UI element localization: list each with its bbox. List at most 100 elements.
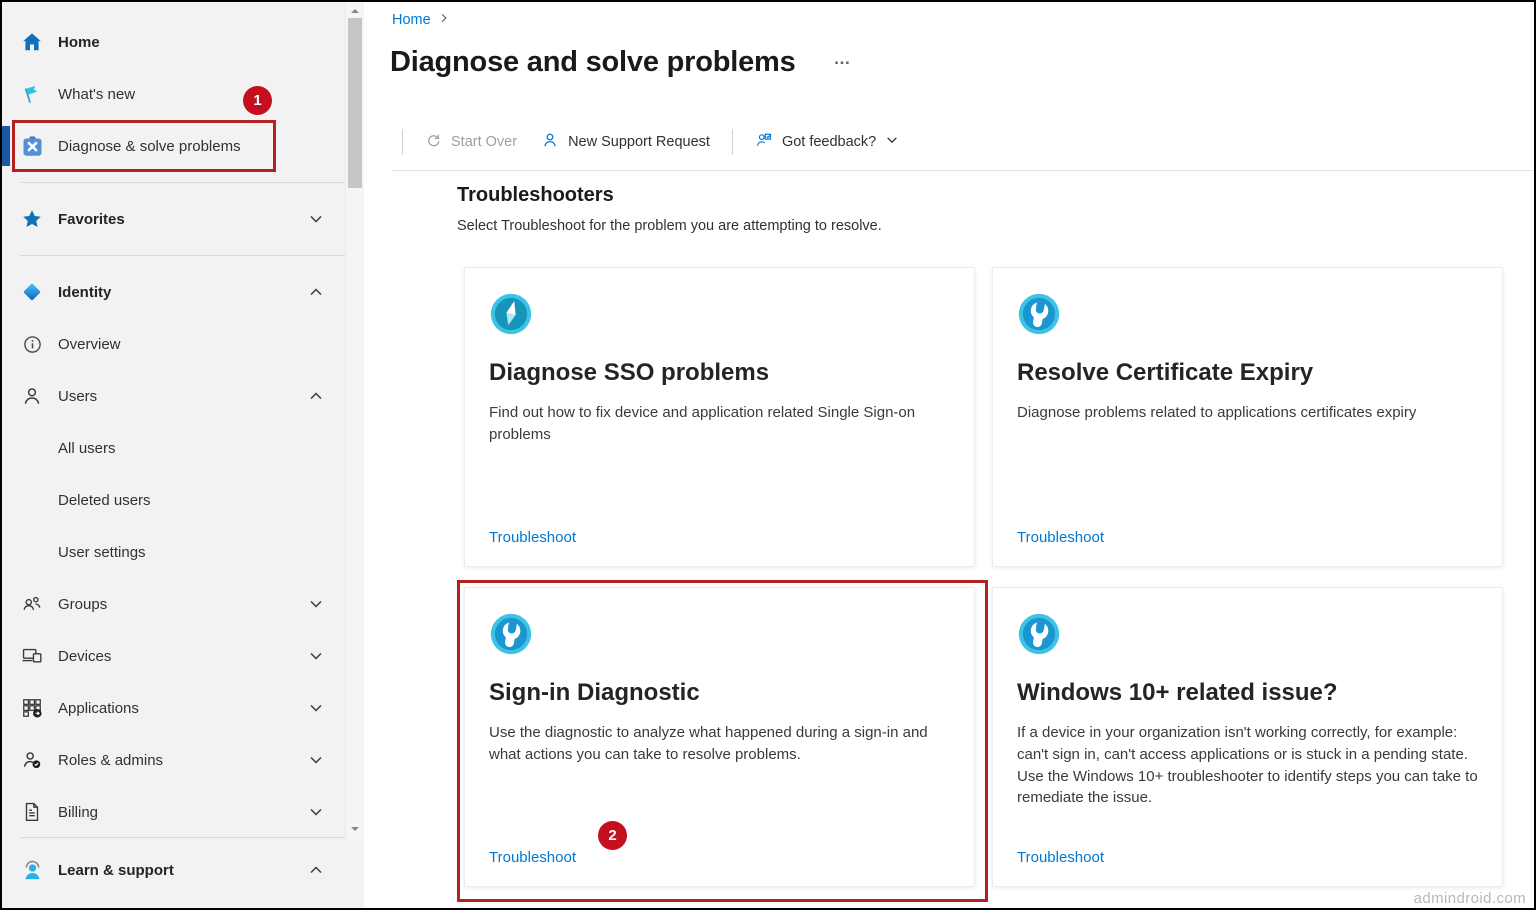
new-support-request-button[interactable]: New Support Request [529, 131, 722, 153]
support-person-icon [541, 131, 559, 153]
sidebar-item-label: Home [58, 34, 100, 51]
chevron-down-icon [885, 133, 899, 151]
sidebar-item-label: Devices [58, 648, 111, 665]
wrench-icon [489, 612, 950, 661]
sidebar-item-deleted-users[interactable]: Deleted users [2, 474, 364, 526]
sidebar-item-label: Roles & admins [58, 752, 163, 769]
groups-icon [20, 592, 44, 616]
divider [732, 129, 733, 155]
divider [20, 255, 346, 256]
wrench-icon [1017, 612, 1478, 661]
chevron-down-icon [308, 596, 324, 612]
card-description: Use the diagnostic to analyze what happe… [489, 722, 950, 766]
divider [20, 182, 346, 183]
breadcrumb-home-link[interactable]: Home [392, 12, 431, 28]
troubleshooter-cards: Diagnose SSO problems Find out how to fi… [464, 267, 1503, 887]
card-title: Windows 10+ related issue? [1017, 679, 1478, 707]
divider [402, 129, 403, 155]
got-feedback-button[interactable]: Got feedback? [743, 131, 911, 153]
home-icon [20, 30, 44, 54]
breadcrumb: Home [392, 12, 450, 28]
whats-new-icon [20, 82, 44, 106]
sidebar-item-billing[interactable]: Billing [2, 786, 364, 838]
sidebar: Home What's new Diagnose & solve problem… [2, 2, 364, 908]
sidebar-item-whats-new[interactable]: What's new [2, 68, 364, 120]
start-over-icon [425, 132, 442, 153]
sidebar-item-overview[interactable]: Overview [2, 318, 364, 370]
chevron-down-icon [308, 211, 324, 227]
card-diagnose-sso-problems: Diagnose SSO problems Find out how to fi… [464, 267, 975, 567]
sidebar-item-user-settings[interactable]: User settings [2, 526, 364, 578]
sidebar-item-diagnose-solve-problems[interactable]: Diagnose & solve problems [2, 120, 364, 172]
billing-document-icon [20, 800, 44, 824]
sidebar-item-identity[interactable]: Identity [2, 266, 364, 318]
wrench-icon [1017, 292, 1478, 341]
learn-support-headset-icon [20, 858, 44, 882]
applications-grid-icon [20, 696, 44, 720]
troubleshoot-link[interactable]: Troubleshoot [489, 849, 576, 866]
feedback-icon [755, 131, 773, 153]
sidebar-item-applications[interactable]: Applications [2, 682, 364, 734]
chevron-down-icon [308, 804, 324, 820]
new-support-request-label: New Support Request [568, 134, 710, 150]
scrollbar-thumb[interactable] [348, 18, 362, 188]
card-title: Diagnose SSO problems [489, 359, 950, 387]
divider [392, 170, 1534, 171]
sidebar-item-roles-admins[interactable]: Roles & admins [2, 734, 364, 786]
sidebar-bottom-section: Learn & support [2, 837, 364, 908]
scrollbar-down-arrow[interactable] [346, 822, 364, 836]
sidebar-item-label: Diagnose & solve problems [58, 138, 241, 155]
troubleshoot-link[interactable]: Troubleshoot [1017, 849, 1104, 866]
sidebar-item-label: Deleted users [58, 492, 151, 509]
chevron-down-icon [308, 752, 324, 768]
card-description: Find out how to fix device and applicati… [489, 402, 950, 446]
sidebar-item-label: What's new [58, 86, 135, 103]
devices-icon [20, 644, 44, 668]
breadcrumb-chevron-icon [438, 12, 450, 28]
card-windows-10-related-issue: Windows 10+ related issue? If a device i… [992, 587, 1503, 887]
sidebar-item-learn-support[interactable]: Learn & support [2, 844, 364, 896]
sidebar-item-home[interactable]: Home [2, 16, 364, 68]
chevron-up-icon [308, 284, 324, 300]
identity-diamond-icon [20, 280, 44, 304]
sidebar-item-label: User settings [58, 544, 146, 561]
sidebar-item-devices[interactable]: Devices [2, 630, 364, 682]
got-feedback-label: Got feedback? [782, 134, 876, 150]
sidebar-item-users[interactable]: Users [2, 370, 364, 422]
roles-admins-icon [20, 748, 44, 772]
card-description: If a device in your organization isn't w… [1017, 722, 1478, 809]
star-icon [20, 207, 44, 231]
troubleshoot-link[interactable]: Troubleshoot [1017, 529, 1104, 546]
card-title: Sign-in Diagnostic [489, 679, 950, 707]
sidebar-item-all-users[interactable]: All users [2, 422, 364, 474]
sidebar-item-groups[interactable]: Groups [2, 578, 364, 630]
divider [20, 837, 346, 838]
section-title: Troubleshooters [457, 184, 614, 207]
start-over-button[interactable]: Start Over [413, 132, 529, 153]
card-sign-in-diagnostic: Sign-in Diagnostic Use the diagnostic to… [464, 587, 975, 887]
chevron-down-icon [308, 648, 324, 664]
sidebar-scrollbar [345, 2, 364, 840]
selected-indicator [2, 126, 10, 166]
sidebar-nav: Home What's new Diagnose & solve problem… [2, 2, 364, 838]
compass-icon [489, 292, 950, 341]
diagnose-toolbox-icon [20, 134, 44, 158]
sidebar-item-label: Learn & support [58, 862, 174, 879]
user-icon [20, 384, 44, 408]
command-bar: Start Over New Support Request Got feedb… [392, 126, 911, 158]
troubleshoot-link[interactable]: Troubleshoot [489, 529, 576, 546]
sidebar-item-label: Overview [58, 336, 121, 353]
section-subtitle: Select Troubleshoot for the problem you … [457, 218, 882, 234]
annotation-badge-2: 2 [598, 821, 627, 850]
sidebar-item-favorites[interactable]: Favorites [2, 193, 364, 245]
chevron-up-icon [308, 862, 324, 878]
start-over-label: Start Over [451, 134, 517, 150]
scrollbar-up-arrow[interactable] [346, 4, 364, 18]
main-content: Home Diagnose and solve problems … Start… [364, 2, 1534, 908]
sidebar-item-label: Users [58, 388, 97, 405]
app-window: Home What's new Diagnose & solve problem… [0, 0, 1536, 910]
watermark: admindroid.com [1414, 890, 1526, 907]
card-description: Diagnose problems related to application… [1017, 402, 1478, 424]
sidebar-item-label: Favorites [58, 211, 125, 228]
more-options-ellipsis[interactable]: … [834, 49, 851, 69]
